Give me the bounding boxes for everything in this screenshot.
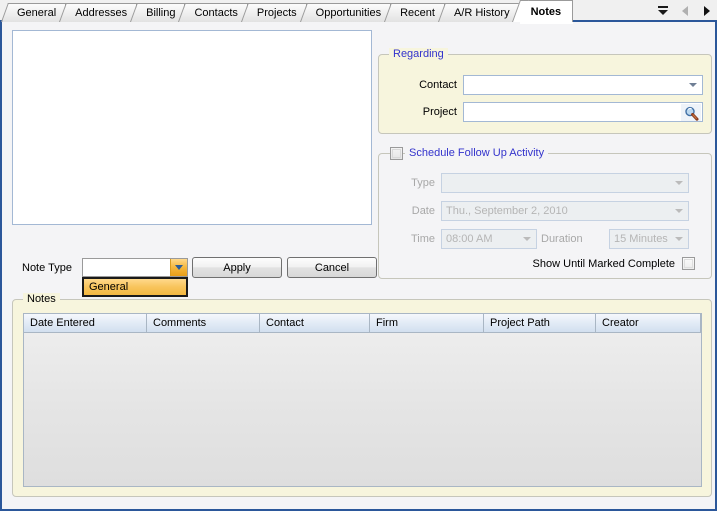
arrow-left-icon	[681, 6, 688, 16]
grid-column-header[interactable]: Creator	[596, 314, 701, 332]
notes-grid-header: Date Entered Comments Contact Firm Project P…	[24, 314, 701, 333]
tab-label: Projects	[256, 7, 297, 19]
tab-label: Opportunities	[315, 7, 382, 19]
type-combo[interactable]	[441, 173, 689, 193]
schedule-follow-up-title: Schedule Follow Up Activity	[405, 147, 549, 159]
note-type-label: Note Type	[22, 262, 72, 274]
show-until-complete-checkbox[interactable]	[682, 257, 695, 270]
tab-nav-buttons	[656, 2, 713, 20]
schedule-follow-up-checkbox[interactable]	[390, 147, 403, 160]
tab-list-dropdown-button[interactable]	[656, 3, 669, 19]
arrow-right-icon	[703, 6, 710, 16]
type-label: Type	[411, 177, 435, 189]
date-label: Date	[411, 205, 435, 217]
tab-label: Recent	[400, 7, 435, 19]
notes-grid[interactable]: Date Entered Comments Contact Firm Project P…	[23, 313, 702, 487]
show-until-complete-label: Show Until Marked Complete	[532, 258, 675, 270]
duration-label: Duration	[541, 233, 583, 245]
tab-contacts[interactable]: Contacts	[185, 3, 248, 22]
time-value: 08:00 AM	[446, 233, 493, 245]
tab-label: Notes	[530, 5, 562, 18]
grid-column-header[interactable]: Contact	[260, 314, 370, 332]
time-combo[interactable]: 08:00 AM	[441, 229, 537, 249]
tab-scroll-next-button[interactable]	[700, 3, 713, 19]
tab-general[interactable]: General	[8, 3, 67, 22]
tab-opportunities[interactable]: Opportunities	[306, 3, 392, 22]
grid-column-header[interactable]: Firm	[370, 314, 484, 332]
chevron-down-icon	[675, 209, 683, 213]
time-label: Time	[410, 233, 435, 245]
note-type-dropdown-list[interactable]: General	[82, 277, 188, 297]
note-type-option[interactable]: General	[84, 279, 186, 295]
regarding-group: Regarding Contact Project	[378, 48, 712, 134]
notes-group: Notes Date Entered Comments Contact Firm Pro…	[12, 293, 712, 497]
notes-grid-body[interactable]	[24, 333, 701, 486]
notes-tab-screen: General Addresses Billing Contacts Projects O…	[0, 0, 717, 511]
tab-projects[interactable]: Projects	[247, 3, 307, 22]
grid-column-header[interactable]: Comments	[147, 314, 260, 332]
tab-label: Contacts	[194, 7, 238, 19]
tab-recent[interactable]: Recent	[391, 3, 445, 22]
note-type-combo[interactable]	[82, 258, 188, 277]
tab-label: A/R History	[453, 7, 510, 19]
duration-combo[interactable]: 15 Minutes	[609, 229, 689, 249]
grid-column-header[interactable]: Project Path	[484, 314, 596, 332]
tab-label: Addresses	[75, 7, 128, 19]
date-combo[interactable]: Thu., September 2, 2010	[441, 201, 689, 221]
magnifier-icon	[684, 106, 698, 121]
cancel-button[interactable]: Cancel	[287, 257, 377, 278]
tab-list: General Addresses Billing Contacts Projects O…	[0, 0, 574, 24]
note-type-dropdown-button[interactable]	[170, 259, 187, 276]
grid-column-header[interactable]: Date Entered	[24, 314, 147, 332]
note-body-textarea[interactable]	[12, 30, 372, 225]
tab-strip: General Addresses Billing Contacts Projects O…	[0, 0, 717, 24]
date-value: Thu., September 2, 2010	[446, 205, 568, 217]
contact-label: Contact	[419, 79, 457, 91]
chevron-down-icon	[675, 237, 683, 241]
regarding-group-title: Regarding	[389, 48, 448, 60]
chevron-down-icon	[523, 237, 531, 241]
chevron-down-icon	[689, 83, 697, 87]
project-label: Project	[422, 106, 457, 118]
notes-group-title: Notes	[23, 293, 60, 305]
notes-panel: Regarding Contact Project Schedule Follo…	[0, 22, 717, 511]
chevron-down-icon	[175, 265, 183, 270]
tab-scroll-prev-button[interactable]	[678, 3, 691, 19]
duration-value: 15 Minutes	[614, 233, 668, 245]
contact-combo[interactable]	[463, 75, 703, 95]
project-field[interactable]	[463, 102, 703, 122]
tab-label: Billing	[146, 7, 176, 19]
chevron-down-icon	[675, 181, 683, 185]
tab-a-r-history[interactable]: A/R History	[444, 3, 520, 22]
schedule-follow-up-group: Schedule Follow Up Activity Type Date Th…	[378, 147, 712, 279]
tab-notes[interactable]: Notes	[519, 0, 574, 24]
tab-addresses[interactable]: Addresses	[66, 3, 138, 22]
project-search-button[interactable]	[681, 104, 701, 121]
tab-label: General	[17, 7, 57, 19]
apply-button[interactable]: Apply	[192, 257, 282, 278]
